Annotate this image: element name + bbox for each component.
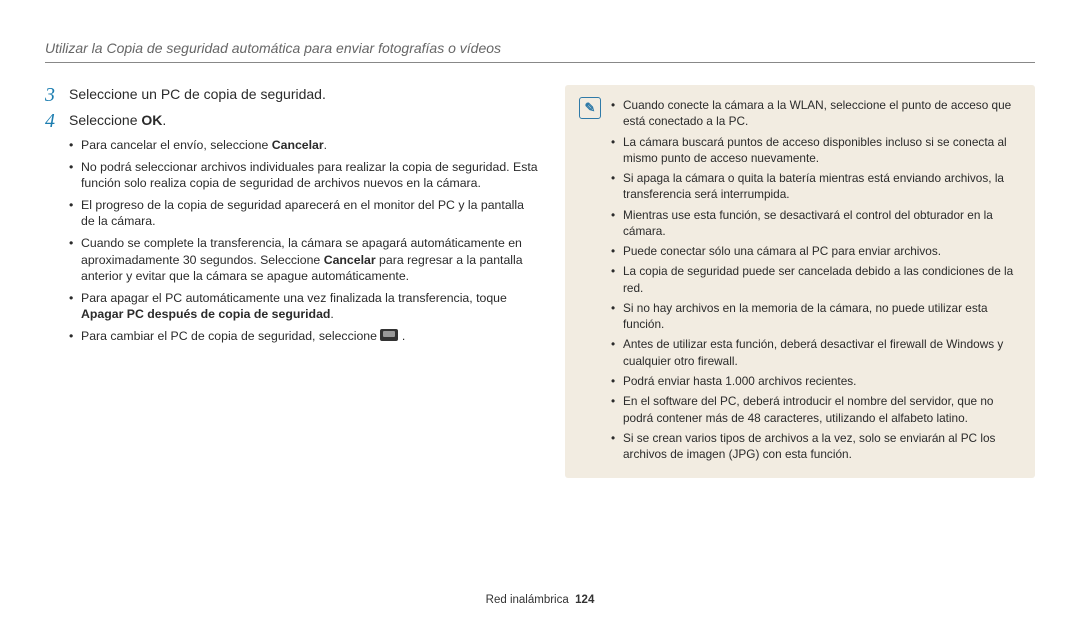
list-item: El progreso de la copia de seguridad apa… bbox=[69, 197, 540, 230]
list-item: Si apaga la cámara o quita la batería mi… bbox=[611, 170, 1021, 203]
list-item: Cuando se complete la transferencia, la … bbox=[69, 235, 540, 285]
columns: 3 Seleccione un PC de copia de seguridad… bbox=[45, 85, 1035, 478]
footer: Red inalámbrica 124 bbox=[0, 594, 1080, 606]
step-3: 3 Seleccione un PC de copia de seguridad… bbox=[45, 85, 540, 105]
right-column: ✎ Cuando conecte la cámara a la WLAN, se… bbox=[565, 85, 1035, 478]
page-title: Utilizar la Copia de seguridad automátic… bbox=[45, 40, 1035, 56]
note-box: ✎ Cuando conecte la cámara a la WLAN, se… bbox=[565, 85, 1035, 478]
list-item: Para apagar el PC automáticamente una ve… bbox=[69, 290, 540, 323]
list-item: Para cancelar el envío, seleccione Cance… bbox=[69, 137, 540, 154]
list-item: La cámara buscará puntos de acceso dispo… bbox=[611, 134, 1021, 167]
notes-list: Cuando conecte la cámara a la WLAN, sele… bbox=[611, 97, 1021, 466]
list-item: No podrá seleccionar archivos individual… bbox=[69, 159, 540, 192]
list-item: La copia de seguridad puede ser cancelad… bbox=[611, 263, 1021, 296]
sub-list: Para cancelar el envío, seleccione Cance… bbox=[69, 137, 540, 345]
list-item: Si no hay archivos en la memoria de la c… bbox=[611, 300, 1021, 333]
list-item: Cuando conecte la cámara a la WLAN, sele… bbox=[611, 97, 1021, 130]
step-number: 4 bbox=[45, 111, 59, 131]
rule bbox=[45, 62, 1035, 63]
list-item: En el software del PC, deberá introducir… bbox=[611, 393, 1021, 426]
step-4: 4 Seleccione OK. bbox=[45, 111, 540, 131]
footer-section: Red inalámbrica bbox=[486, 594, 569, 606]
list-item: Si se crean varios tipos de archivos a l… bbox=[611, 430, 1021, 463]
list-item: Podrá enviar hasta 1.000 archivos recien… bbox=[611, 373, 1021, 389]
step-text: Seleccione un PC de copia de seguridad. bbox=[69, 85, 326, 104]
note-icon: ✎ bbox=[579, 97, 601, 119]
pc-icon bbox=[380, 329, 398, 341]
step-text: Seleccione OK. bbox=[69, 111, 166, 130]
list-item: Antes de utilizar esta función, deberá d… bbox=[611, 336, 1021, 369]
page-number: 124 bbox=[575, 594, 594, 606]
list-item: Mientras use esta función, se desactivar… bbox=[611, 207, 1021, 240]
step-number: 3 bbox=[45, 85, 59, 105]
list-item: Para cambiar el PC de copia de seguridad… bbox=[69, 328, 540, 345]
list-item: Puede conectar sólo una cámara al PC par… bbox=[611, 243, 1021, 259]
left-column: 3 Seleccione un PC de copia de seguridad… bbox=[45, 85, 540, 478]
page: Utilizar la Copia de seguridad automátic… bbox=[0, 0, 1080, 630]
